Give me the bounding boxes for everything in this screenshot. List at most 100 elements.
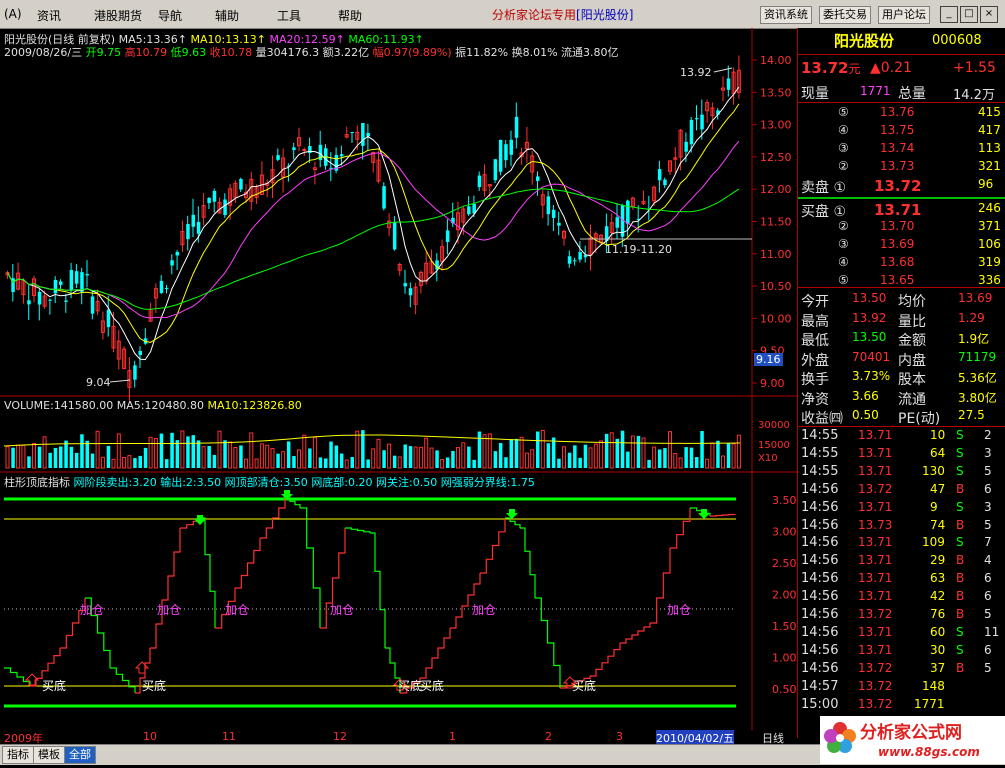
volume-bar	[334, 445, 339, 468]
candle-body	[159, 280, 164, 293]
bar-amplitude: 振11.82%	[455, 46, 509, 59]
volume-bar	[239, 445, 243, 468]
volume-bar	[5, 446, 10, 469]
candle-body	[207, 197, 211, 204]
candle-body	[700, 114, 704, 130]
candle-body	[615, 217, 619, 228]
candle-body	[74, 271, 79, 284]
menu-item-hk[interactable]: 港股期货	[94, 7, 142, 24]
price-change-pct: +1.55	[953, 60, 996, 76]
volume-bar	[133, 458, 137, 468]
volume-ma10: MA10:123826.80	[207, 399, 302, 412]
volume-bar	[652, 446, 657, 469]
high-annotation: 13.92	[680, 66, 712, 79]
volume-bar	[498, 443, 503, 468]
buy-arrow-icon	[134, 661, 150, 674]
candle-body	[467, 206, 471, 215]
bar-date: 2009/08/26/三	[4, 46, 83, 59]
menu-item-help[interactable]: 帮助	[338, 7, 362, 24]
add-position-label: 加仓	[667, 603, 691, 617]
volume-label: VOLUME:141580.00	[4, 399, 114, 412]
indicator-step-line	[480, 518, 506, 574]
info-system-button[interactable]: 资讯系统	[760, 6, 812, 24]
candle-body	[175, 251, 180, 256]
volume-bar	[509, 439, 513, 468]
buy-bottom-label: 买底	[142, 678, 166, 693]
volume-bar	[302, 434, 307, 469]
bar-turnover: 换8.01%	[511, 46, 558, 59]
window-title: 分析家论坛专用[阳光股份]	[492, 8, 634, 22]
indicator-step-line	[450, 573, 481, 629]
volume-bar	[170, 432, 174, 468]
volume-bar	[244, 458, 248, 469]
bar-float: 流通3.80亿	[561, 46, 619, 59]
candle-body	[196, 221, 201, 234]
candle-body	[382, 186, 386, 209]
tab-all[interactable]: 全部	[64, 746, 96, 764]
volume-bar	[270, 448, 275, 469]
volume-bar	[578, 457, 582, 468]
stat-row: 最低 13.50 金额 1.9亿	[801, 330, 990, 349]
candle-body	[212, 190, 217, 202]
volume-bar	[11, 447, 15, 468]
forum-button[interactable]: 用户论坛	[878, 6, 930, 24]
volume-bar	[191, 435, 195, 468]
bar-volume: 量304176.3	[255, 46, 320, 59]
volume-bar	[695, 457, 699, 468]
volume-bar	[228, 441, 233, 469]
volume-bar	[392, 455, 397, 468]
volume-bar	[90, 453, 95, 468]
volume-bar	[48, 452, 52, 468]
indicator-step-line	[520, 527, 536, 598]
volume-bar	[223, 440, 227, 468]
stat-row: 最高 13.92 量比 1.29	[801, 310, 985, 330]
stat-row: 今开 13.50 均价 13.69	[801, 291, 993, 310]
price-axis-tick: 12.00	[760, 183, 792, 196]
indicator-step-line	[345, 527, 371, 533]
volume-bar	[292, 456, 296, 468]
volume-bar	[493, 451, 498, 468]
main-chart[interactable]: 14.00 13.50 13.00 12.50 12.00 11.50 11.00 10.50…	[0, 28, 797, 730]
volume-bar	[312, 436, 317, 469]
indicator-axis-tick: 0.50	[772, 683, 797, 696]
candle-body	[186, 223, 190, 240]
trade-button[interactable]: 委托交易	[819, 6, 871, 24]
menu-item-assist[interactable]: 辅助	[215, 7, 239, 24]
volume-bar	[700, 430, 704, 468]
candle-body	[85, 273, 89, 276]
candle-body	[657, 169, 662, 181]
volume-bar	[573, 445, 577, 468]
close-button[interactable]: ×	[980, 6, 998, 23]
candle-body	[361, 123, 365, 146]
tab-indicator[interactable]: 指标	[2, 746, 34, 764]
indicator-out: 输出:2:3.50	[160, 476, 222, 489]
candle-body	[567, 256, 572, 264]
volume-bar	[599, 440, 604, 469]
volume-bar	[329, 441, 333, 468]
volume-bar	[551, 437, 556, 468]
menu-item-tools[interactable]: 工具	[277, 7, 301, 24]
volume-bar	[429, 447, 434, 469]
tick-row: 14:56 13.71 9 S 3	[801, 499, 992, 515]
indicator-axis-tick: 2.00	[772, 589, 797, 602]
ohlc-line: 2009/08/26/三 开9.75 高10.79 低9.63 收10.78 量…	[4, 44, 619, 60]
volume-bar	[138, 455, 142, 468]
volume-bar	[308, 448, 312, 468]
tab-template[interactable]: 模板	[33, 746, 65, 764]
menu-item-info[interactable]: 资讯	[37, 7, 61, 24]
bid-row: ⑤ 13.65 336	[838, 273, 1001, 287]
maximize-button[interactable]: □	[960, 6, 978, 23]
tick-row: 14:56 13.71 63 B 6	[801, 571, 992, 587]
stat-row: 收益㈣ 0.50 PE(动) 27.5	[801, 408, 985, 427]
volume-axis-tick: 15000	[758, 440, 790, 451]
price-change: ▲0.21	[870, 60, 912, 76]
menu-item-a[interactable]: (A)	[4, 7, 22, 21]
candle-body	[53, 279, 58, 294]
stat-row: 换手 3.73% 股本 5.36亿	[801, 369, 997, 388]
indicator-step-line	[420, 628, 451, 679]
menu-item-nav[interactable]: 导航	[158, 7, 182, 24]
volume-bar	[593, 443, 598, 469]
volume-bar	[726, 443, 731, 468]
minimize-button[interactable]: _	[940, 6, 958, 23]
volume-bar	[472, 459, 476, 468]
